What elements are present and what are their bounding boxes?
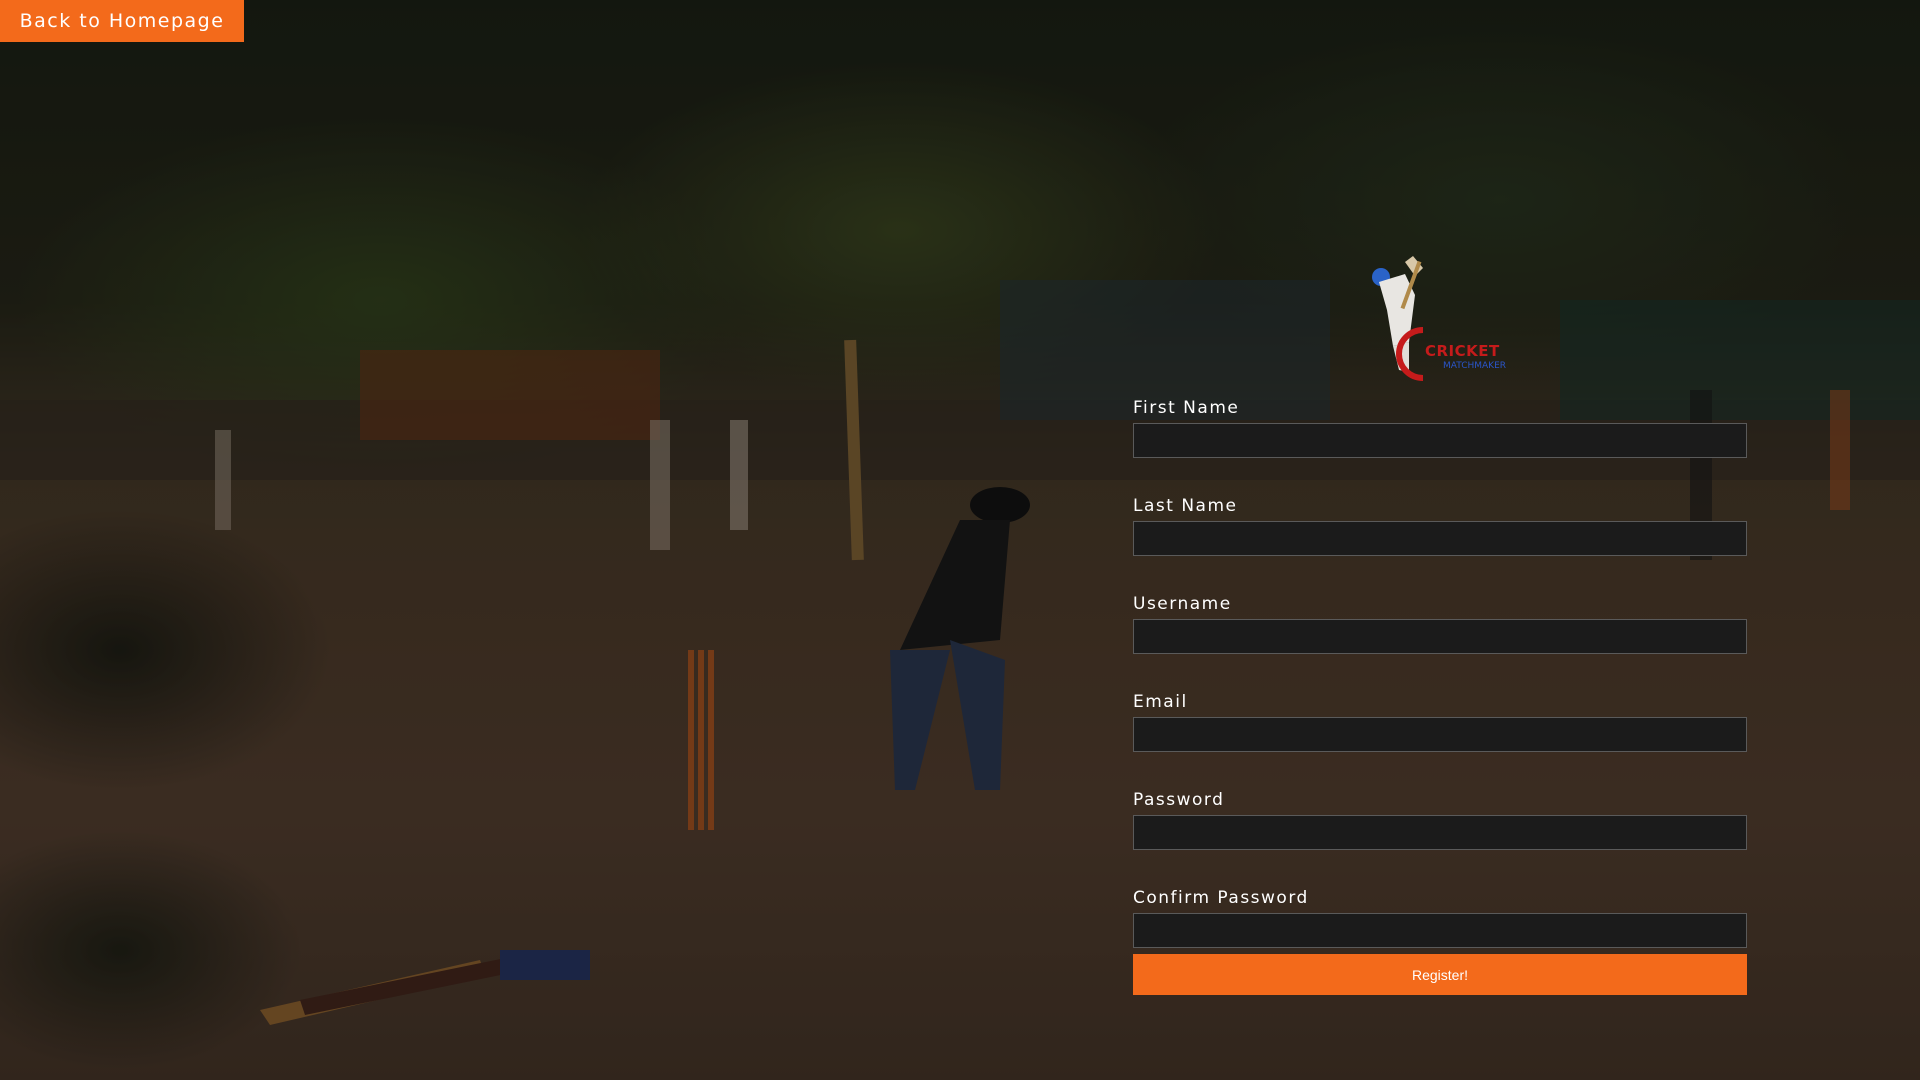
register-form: First Name Last Name Username Email Pass… xyxy=(1133,396,1747,995)
password-input[interactable] xyxy=(1133,815,1747,850)
back-to-homepage-button[interactable]: Back to Homepage xyxy=(0,0,244,42)
username-input[interactable] xyxy=(1133,619,1747,654)
register-button[interactable]: Register! xyxy=(1133,954,1747,995)
email-group: Email xyxy=(1133,690,1747,752)
email-input[interactable] xyxy=(1133,717,1747,752)
logo-tagline-text: MATCHMAKER xyxy=(1443,361,1507,371)
confirm-password-group: Confirm Password xyxy=(1133,886,1747,948)
last-name-input[interactable] xyxy=(1133,521,1747,556)
first-name-input[interactable] xyxy=(1133,423,1747,458)
password-label: Password xyxy=(1133,790,1225,810)
confirm-password-label: Confirm Password xyxy=(1133,888,1309,908)
last-name-group: Last Name xyxy=(1133,494,1747,556)
last-name-label: Last Name xyxy=(1133,496,1238,516)
username-label: Username xyxy=(1133,594,1232,614)
first-name-group: First Name xyxy=(1133,396,1747,458)
username-group: Username xyxy=(1133,592,1747,654)
password-group: Password xyxy=(1133,788,1747,850)
logo-brand-text: CRICKET xyxy=(1425,342,1500,360)
first-name-label: First Name xyxy=(1133,398,1240,418)
cricket-matchmaker-logo: CRICKET MATCHMAKER xyxy=(1365,250,1515,385)
email-label: Email xyxy=(1133,692,1188,712)
confirm-password-input[interactable] xyxy=(1133,913,1747,948)
